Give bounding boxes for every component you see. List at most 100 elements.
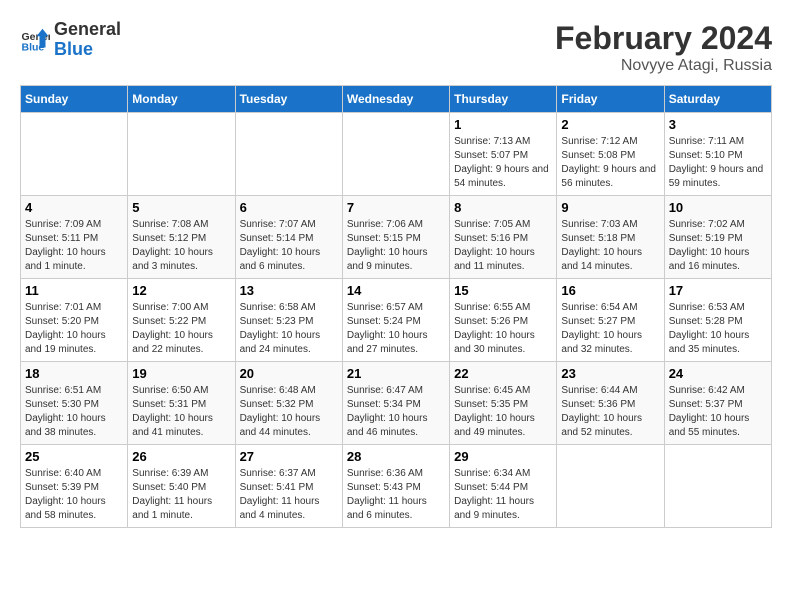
calendar-cell: 12 Sunrise: 7:00 AM Sunset: 5:22 PM Dayli… [128, 279, 235, 362]
day-number: 5 [132, 200, 230, 215]
day-number: 11 [25, 283, 123, 298]
calendar-cell: 27 Sunrise: 6:37 AM Sunset: 5:41 PM Dayli… [235, 445, 342, 528]
day-info: Sunrise: 6:50 AM Sunset: 5:31 PM Dayligh… [132, 384, 230, 440]
calendar-cell: 11 Sunrise: 7:01 AM Sunset: 5:20 PM Dayli… [21, 279, 128, 362]
day-info: Sunrise: 7:03 AM Sunset: 5:18 PM Dayligh… [561, 218, 659, 274]
page-header: General Blue GeneralBlue February 2024 N… [20, 20, 772, 75]
day-number: 27 [240, 449, 338, 464]
day-info: Sunrise: 6:48 AM Sunset: 5:32 PM Dayligh… [240, 384, 338, 440]
day-number: 29 [454, 449, 552, 464]
day-info: Sunrise: 6:39 AM Sunset: 5:40 PM Dayligh… [132, 467, 230, 523]
day-info: Sunrise: 6:36 AM Sunset: 5:43 PM Dayligh… [347, 467, 445, 523]
calendar-cell: 22 Sunrise: 6:45 AM Sunset: 5:35 PM Dayli… [450, 362, 557, 445]
day-number: 26 [132, 449, 230, 464]
calendar-cell: 16 Sunrise: 6:54 AM Sunset: 5:27 PM Dayli… [557, 279, 664, 362]
day-number: 4 [25, 200, 123, 215]
weekday-header: Wednesday [342, 86, 449, 113]
day-number: 23 [561, 366, 659, 381]
calendar-cell: 10 Sunrise: 7:02 AM Sunset: 5:19 PM Dayli… [664, 196, 771, 279]
calendar-cell: 5 Sunrise: 7:08 AM Sunset: 5:12 PM Daylig… [128, 196, 235, 279]
weekday-header: Sunday [21, 86, 128, 113]
weekday-header: Tuesday [235, 86, 342, 113]
day-info: Sunrise: 7:06 AM Sunset: 5:15 PM Dayligh… [347, 218, 445, 274]
day-number: 25 [25, 449, 123, 464]
day-info: Sunrise: 6:45 AM Sunset: 5:35 PM Dayligh… [454, 384, 552, 440]
calendar-cell: 20 Sunrise: 6:48 AM Sunset: 5:32 PM Dayli… [235, 362, 342, 445]
day-number: 12 [132, 283, 230, 298]
month-title: February 2024 [555, 20, 772, 57]
day-info: Sunrise: 7:08 AM Sunset: 5:12 PM Dayligh… [132, 218, 230, 274]
day-info: Sunrise: 7:09 AM Sunset: 5:11 PM Dayligh… [25, 218, 123, 274]
day-info: Sunrise: 6:44 AM Sunset: 5:36 PM Dayligh… [561, 384, 659, 440]
calendar-cell: 29 Sunrise: 6:34 AM Sunset: 5:44 PM Dayli… [450, 445, 557, 528]
day-number: 9 [561, 200, 659, 215]
calendar-cell: 15 Sunrise: 6:55 AM Sunset: 5:26 PM Dayli… [450, 279, 557, 362]
day-number: 7 [347, 200, 445, 215]
calendar-cell [342, 113, 449, 196]
calendar-cell [235, 113, 342, 196]
day-number: 18 [25, 366, 123, 381]
calendar-cell: 28 Sunrise: 6:36 AM Sunset: 5:43 PM Dayli… [342, 445, 449, 528]
location-subtitle: Novyye Atagi, Russia [555, 57, 772, 75]
logo: General Blue GeneralBlue [20, 20, 121, 60]
day-info: Sunrise: 6:34 AM Sunset: 5:44 PM Dayligh… [454, 467, 552, 523]
logo-icon: General Blue [20, 25, 50, 55]
day-info: Sunrise: 7:11 AM Sunset: 5:10 PM Dayligh… [669, 135, 767, 191]
calendar-cell: 25 Sunrise: 6:40 AM Sunset: 5:39 PM Dayli… [21, 445, 128, 528]
logo-text: GeneralBlue [54, 20, 121, 60]
calendar-cell: 23 Sunrise: 6:44 AM Sunset: 5:36 PM Dayli… [557, 362, 664, 445]
calendar-cell: 7 Sunrise: 7:06 AM Sunset: 5:15 PM Daylig… [342, 196, 449, 279]
calendar-week-row: 18 Sunrise: 6:51 AM Sunset: 5:30 PM Dayli… [21, 362, 772, 445]
calendar-week-row: 11 Sunrise: 7:01 AM Sunset: 5:20 PM Dayli… [21, 279, 772, 362]
calendar-cell: 14Sunrise: 6:57 AM Sunset: 5:24 PM Dayli… [342, 279, 449, 362]
calendar-week-row: 4 Sunrise: 7:09 AM Sunset: 5:11 PM Daylig… [21, 196, 772, 279]
day-info: Sunrise: 6:54 AM Sunset: 5:27 PM Dayligh… [561, 301, 659, 357]
day-info: Sunrise: 6:51 AM Sunset: 5:30 PM Dayligh… [25, 384, 123, 440]
calendar-cell: 9 Sunrise: 7:03 AM Sunset: 5:18 PM Daylig… [557, 196, 664, 279]
day-info: Sunrise: 6:37 AM Sunset: 5:41 PM Dayligh… [240, 467, 338, 523]
calendar-cell: 26 Sunrise: 6:39 AM Sunset: 5:40 PM Dayli… [128, 445, 235, 528]
day-number: 21 [347, 366, 445, 381]
day-number: 3 [669, 117, 767, 132]
weekday-header: Monday [128, 86, 235, 113]
day-number: 2 [561, 117, 659, 132]
calendar-cell: 4 Sunrise: 7:09 AM Sunset: 5:11 PM Daylig… [21, 196, 128, 279]
day-number: 10 [669, 200, 767, 215]
day-number: 13 [240, 283, 338, 298]
weekday-header-row: SundayMondayTuesdayWednesdayThursdayFrid… [21, 86, 772, 113]
calendar-cell: 2Sunrise: 7:12 AM Sunset: 5:08 PM Daylig… [557, 113, 664, 196]
day-number: 8 [454, 200, 552, 215]
calendar-week-row: 1Sunrise: 7:13 AM Sunset: 5:07 PM Daylig… [21, 113, 772, 196]
day-info: Sunrise: 6:53 AM Sunset: 5:28 PM Dayligh… [669, 301, 767, 357]
calendar-table: SundayMondayTuesdayWednesdayThursdayFrid… [20, 85, 772, 528]
day-number: 24 [669, 366, 767, 381]
day-number: 20 [240, 366, 338, 381]
calendar-cell: 17Sunrise: 6:53 AM Sunset: 5:28 PM Dayli… [664, 279, 771, 362]
calendar-cell: 8Sunrise: 7:05 AM Sunset: 5:16 PM Daylig… [450, 196, 557, 279]
day-info: Sunrise: 6:55 AM Sunset: 5:26 PM Dayligh… [454, 301, 552, 357]
calendar-cell: 18 Sunrise: 6:51 AM Sunset: 5:30 PM Dayli… [21, 362, 128, 445]
day-number: 22 [454, 366, 552, 381]
day-info: Sunrise: 6:58 AM Sunset: 5:23 PM Dayligh… [240, 301, 338, 357]
day-info: Sunrise: 6:40 AM Sunset: 5:39 PM Dayligh… [25, 467, 123, 523]
day-number: 14 [347, 283, 445, 298]
day-info: Sunrise: 7:01 AM Sunset: 5:20 PM Dayligh… [25, 301, 123, 357]
day-number: 15 [454, 283, 552, 298]
day-info: Sunrise: 7:02 AM Sunset: 5:19 PM Dayligh… [669, 218, 767, 274]
day-number: 19 [132, 366, 230, 381]
day-info: Sunrise: 6:42 AM Sunset: 5:37 PM Dayligh… [669, 384, 767, 440]
calendar-cell [557, 445, 664, 528]
day-number: 16 [561, 283, 659, 298]
day-number: 28 [347, 449, 445, 464]
calendar-cell [128, 113, 235, 196]
day-info: Sunrise: 7:00 AM Sunset: 5:22 PM Dayligh… [132, 301, 230, 357]
weekday-header: Friday [557, 86, 664, 113]
calendar-cell: 3 Sunrise: 7:11 AM Sunset: 5:10 PM Daylig… [664, 113, 771, 196]
weekday-header: Thursday [450, 86, 557, 113]
calendar-cell [664, 445, 771, 528]
day-info: Sunrise: 6:47 AM Sunset: 5:34 PM Dayligh… [347, 384, 445, 440]
calendar-cell: 6Sunrise: 7:07 AM Sunset: 5:14 PM Daylig… [235, 196, 342, 279]
calendar-cell: 21 Sunrise: 6:47 AM Sunset: 5:34 PM Dayli… [342, 362, 449, 445]
calendar-cell: 13 Sunrise: 6:58 AM Sunset: 5:23 PM Dayli… [235, 279, 342, 362]
calendar-cell: 24 Sunrise: 6:42 AM Sunset: 5:37 PM Dayli… [664, 362, 771, 445]
